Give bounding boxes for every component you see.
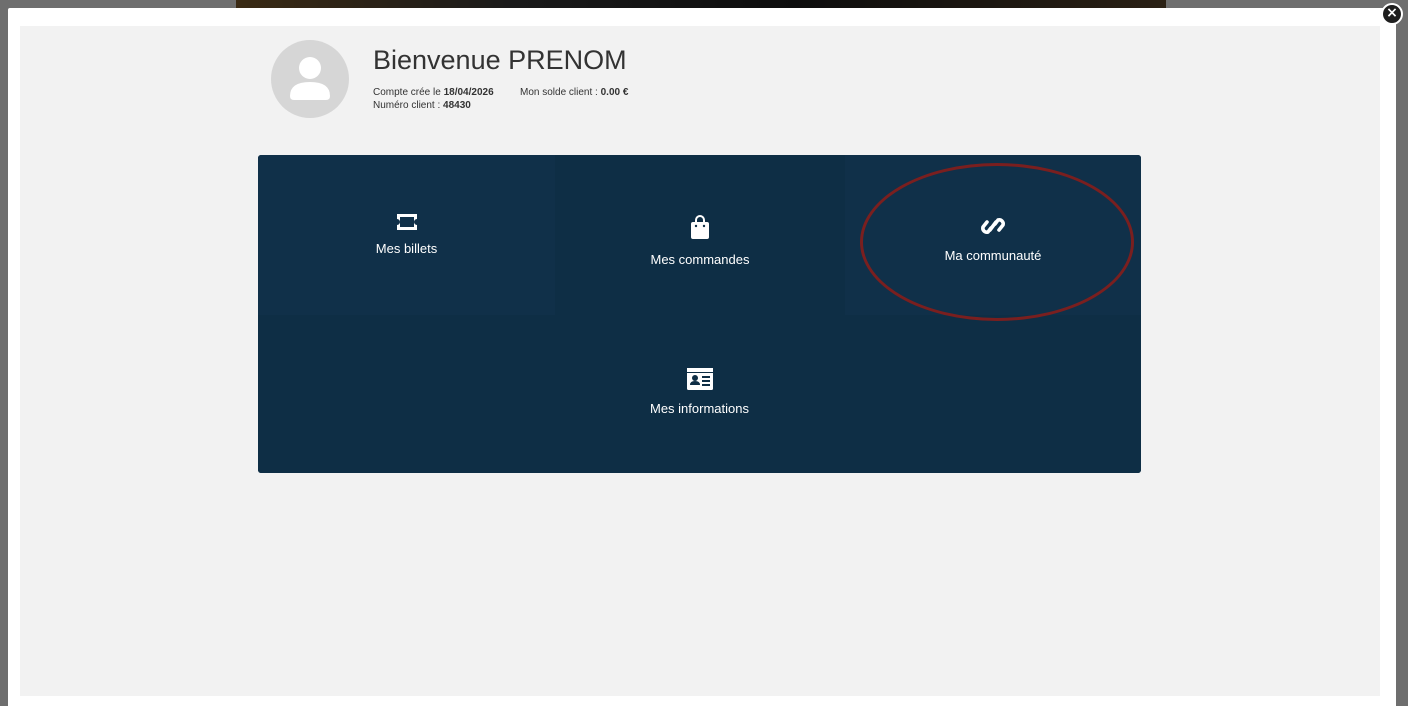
balance-value: 0.00 € bbox=[600, 87, 629, 98]
link-icon bbox=[981, 218, 1005, 234]
tile-ma-communaute-label: Ma communauté bbox=[944, 248, 1042, 263]
shopping-bag-icon bbox=[691, 215, 709, 239]
backdrop-left bbox=[0, 0, 8, 706]
tile-mes-informations[interactable]: Mes informations bbox=[258, 315, 1141, 473]
welcome-title: Bienvenue PRENOM bbox=[373, 45, 627, 75]
balance: Mon solde client : 0.00 € bbox=[520, 87, 628, 98]
account-created: Compte crée le 18/04/2026 bbox=[373, 87, 494, 98]
tile-mes-billets[interactable]: Mes billets bbox=[258, 155, 555, 315]
avatar bbox=[271, 40, 349, 118]
client-number-value: 48430 bbox=[443, 100, 471, 111]
tile-mes-informations-label: Mes informations bbox=[650, 401, 749, 416]
account-created-label: Compte crée le bbox=[373, 87, 441, 98]
account-created-date: 18/04/2026 bbox=[443, 87, 494, 98]
tile-mes-commandes[interactable]: Mes commandes bbox=[555, 155, 845, 315]
client-number: Numéro client : 48430 bbox=[373, 100, 471, 111]
tile-mes-commandes-label: Mes commandes bbox=[650, 252, 750, 267]
close-button[interactable]: × bbox=[1381, 3, 1403, 25]
user-icon bbox=[290, 57, 330, 100]
balance-label: Mon solde client : bbox=[520, 87, 598, 98]
tile-mes-billets-label: Mes billets bbox=[375, 241, 438, 256]
backdrop-right bbox=[1396, 0, 1408, 706]
ticket-icon bbox=[396, 214, 417, 230]
id-card-icon bbox=[686, 368, 713, 390]
tile-ma-communaute[interactable]: Ma communauté bbox=[845, 155, 1141, 315]
client-number-label: Numéro client : bbox=[373, 100, 441, 111]
account-menu: Mes billets Mes commandes Ma communauté bbox=[258, 155, 1141, 473]
